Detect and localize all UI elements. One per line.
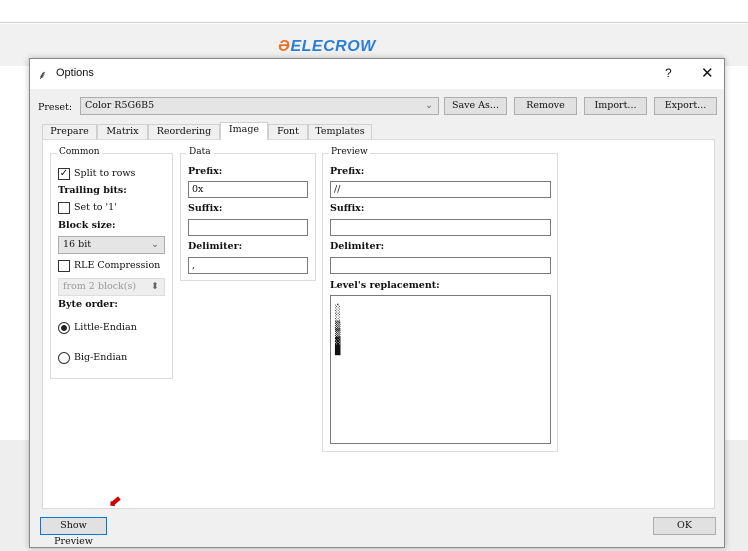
preset-select[interactable]: Color R5G6B5 ⌄ (80, 97, 439, 115)
byte-order-label: Byte order: (58, 299, 118, 310)
big-endian-label: Big-Endian (74, 352, 128, 363)
level-line: ▓ (335, 338, 341, 348)
data-prefix-label: Prefix: (188, 166, 223, 177)
split-rows-label: Split to rows (74, 168, 136, 179)
logo-mark: Ə (278, 38, 291, 55)
app-icon: ⸙ (38, 68, 48, 82)
preview-suffix-input[interactable] (330, 219, 551, 236)
logo-text: ELECROW (290, 38, 376, 55)
preset-label: Preset: (38, 102, 73, 113)
preview-prefix-input[interactable]: // (330, 181, 551, 198)
image-tab-pane: Common ✓ Split to rows Trailing bits: Se… (42, 139, 715, 509)
data-suffix-input[interactable] (188, 219, 308, 236)
rle-label: RLE Compression (74, 260, 161, 271)
preset-value: Color R5G6B5 (85, 100, 155, 111)
level-line: ░ (335, 306, 341, 316)
level-line: █ (335, 346, 341, 356)
set-to-1-label: Set to '1' (74, 202, 117, 213)
tab-prepare[interactable]: Prepare (42, 124, 97, 139)
set-to-1-checkbox[interactable] (58, 202, 70, 214)
level-line: ▒ (335, 330, 341, 340)
data-prefix-input[interactable]: 0x (188, 181, 308, 198)
levels-textarea[interactable]: . ░ ░ ▒ ▒ ▓ █ (330, 295, 551, 444)
save-as-button[interactable]: Save As... (444, 97, 507, 115)
little-endian-radio[interactable] (58, 322, 70, 334)
block-size-select[interactable]: 16 bit ⌄ (58, 236, 165, 254)
block-size-label: Block size: (58, 220, 116, 231)
level-line: ░ (335, 314, 341, 324)
chevron-down-icon: ⌄ (425, 100, 433, 111)
big-endian-radio[interactable] (58, 352, 70, 364)
data-delimiter-input[interactable]: , (188, 257, 308, 274)
page-divider (0, 22, 748, 23)
data-delimiter-label: Delimiter: (188, 241, 243, 252)
export-button[interactable]: Export... (654, 97, 717, 115)
preview-group: Preview Prefix: // Suffix: Delimiter: Le… (322, 147, 558, 452)
ok-button[interactable]: OK (653, 517, 716, 535)
options-dialog: ⸙ Options ? ✕ Preset: Color R5G6B5 ⌄ Save… (29, 58, 725, 548)
tab-font[interactable]: Font (268, 124, 308, 139)
remove-button[interactable]: Remove (514, 97, 577, 115)
preview-prefix-label: Prefix: (330, 166, 365, 177)
data-suffix-label: Suffix: (188, 203, 223, 214)
level-line: . (335, 298, 341, 308)
rle-checkbox[interactable] (58, 260, 70, 272)
data-group: Data Prefix: 0x Suffix: Delimiter: , (180, 147, 316, 281)
help-button[interactable]: ? (665, 66, 672, 80)
little-endian-label: Little-Endian (74, 322, 137, 333)
spin-arrows-icon: ⬍ (151, 281, 159, 292)
show-preview-button[interactable]: Show Preview (40, 517, 107, 547)
data-group-title: Data (187, 147, 213, 157)
tab-image[interactable]: Image (220, 122, 268, 140)
rle-blocks-value: from 2 block(s) (63, 281, 137, 292)
rle-blocks-spinbox[interactable]: from 2 block(s) ⬍ (58, 278, 165, 296)
tab-templates[interactable]: Templates (308, 124, 372, 139)
elecrow-logo: ƏELECROW (278, 38, 376, 56)
tab-matrix[interactable]: Matrix (97, 124, 148, 139)
preview-group-title: Preview (329, 147, 370, 157)
close-button[interactable]: ✕ (701, 64, 714, 82)
trailing-bits-label: Trailing bits: (58, 185, 127, 196)
level-line: ▒ (335, 322, 341, 332)
common-group-title: Common (57, 147, 102, 157)
title-bar: ⸙ Options ? ✕ (30, 59, 724, 89)
chevron-down-icon: ⌄ (151, 239, 159, 250)
split-rows-checkbox[interactable]: ✓ (58, 168, 70, 180)
common-group: Common ✓ Split to rows Trailing bits: Se… (50, 147, 173, 379)
block-size-value: 16 bit (63, 239, 92, 250)
dialog-title: Options (56, 67, 94, 79)
preview-suffix-label: Suffix: (330, 203, 365, 214)
import-button[interactable]: Import... (584, 97, 647, 115)
levels-label: Level's replacement: (330, 280, 440, 291)
preview-delimiter-input[interactable] (330, 257, 551, 274)
tab-reordering[interactable]: Reordering (148, 124, 220, 139)
preview-delimiter-label: Delimiter: (330, 241, 385, 252)
